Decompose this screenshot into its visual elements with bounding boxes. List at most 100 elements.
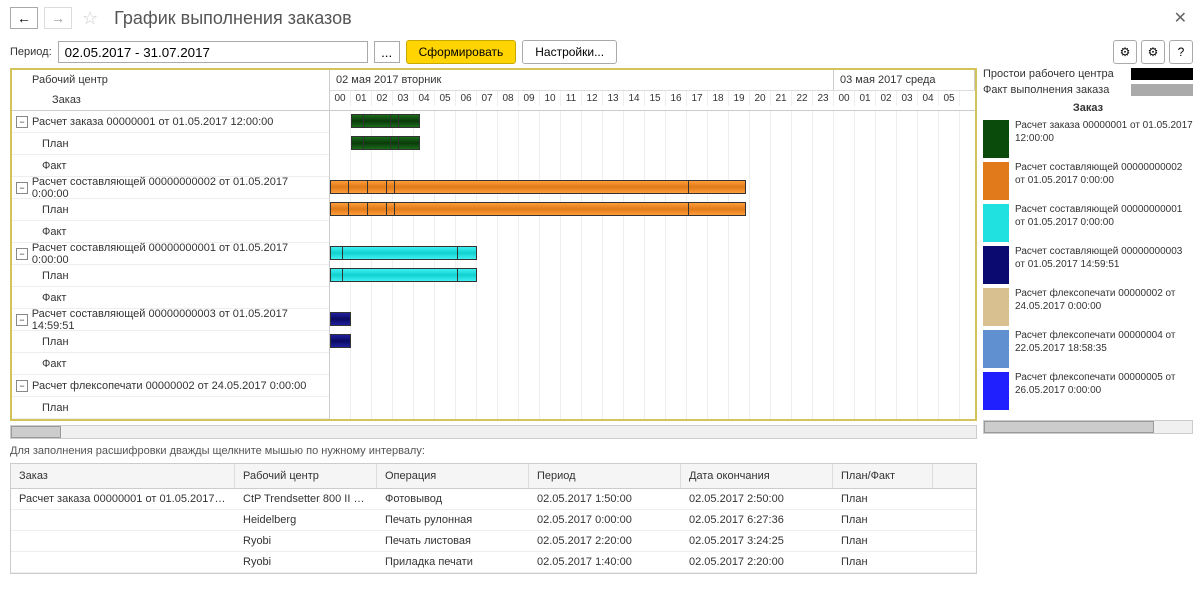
tree-label: План bbox=[42, 402, 69, 414]
detail-row[interactable]: RyobiПечать листовая02.05.2017 2:20:0002… bbox=[11, 531, 976, 552]
hour-cell: 05 bbox=[435, 91, 456, 106]
legend-item: Расчет флексопечати 00000002 от 24.05.20… bbox=[983, 288, 1193, 326]
hour-cell: 22 bbox=[792, 91, 813, 106]
cell: Heidelberg bbox=[235, 510, 377, 530]
tree-row[interactable]: Факт bbox=[12, 155, 329, 177]
legend-swatch bbox=[1131, 84, 1193, 96]
legend-text: Расчет заказа 00000001 от 01.05.2017 12:… bbox=[1015, 120, 1193, 158]
tree-label: План bbox=[42, 336, 69, 348]
legend-text: Расчет составляющей 00000000003 от 01.05… bbox=[1015, 246, 1193, 284]
tree-label: Факт bbox=[42, 358, 66, 370]
hour-cell: 02 bbox=[876, 91, 897, 106]
back-button[interactable]: ← bbox=[10, 7, 38, 29]
cell: 02.05.2017 2:50:00 bbox=[681, 489, 833, 509]
legend-scrollbar[interactable] bbox=[983, 420, 1193, 434]
close-icon[interactable]: ✕ bbox=[1168, 6, 1193, 30]
cell: Печать рулонная bbox=[377, 510, 529, 530]
hour-cell: 12 bbox=[582, 91, 603, 106]
legend-item: Расчет флексопечати 00000004 от 22.05.20… bbox=[983, 330, 1193, 368]
detail-row[interactable]: Расчет заказа 00000001 от 01.05.2017 1..… bbox=[11, 489, 976, 510]
period-input[interactable] bbox=[58, 41, 368, 63]
tree-row[interactable]: −Расчет составляющей 00000000001 от 01.0… bbox=[12, 243, 329, 265]
cell: 02.05.2017 2:20:00 bbox=[529, 531, 681, 551]
gantt-bar[interactable] bbox=[351, 136, 420, 150]
col-header[interactable]: Операция bbox=[377, 464, 529, 488]
settings-button[interactable]: Настройки... bbox=[522, 40, 617, 64]
tree-label: Расчет флексопечати 00000002 от 24.05.20… bbox=[32, 380, 306, 392]
detail-row[interactable]: RyobiПриладка печати02.05.2017 1:40:0002… bbox=[11, 552, 976, 573]
period-picker-button[interactable]: ... bbox=[374, 41, 400, 63]
col-header[interactable]: Рабочий центр bbox=[235, 464, 377, 488]
tree-label: Расчет составляющей 00000000003 от 01.05… bbox=[32, 308, 325, 332]
hour-cell: 15 bbox=[645, 91, 666, 106]
gantt-bar[interactable] bbox=[330, 246, 477, 260]
hour-cell: 21 bbox=[771, 91, 792, 106]
cell: Печать листовая bbox=[377, 531, 529, 551]
forward-button[interactable]: → bbox=[44, 7, 72, 29]
tree-row[interactable]: −Расчет составляющей 00000000002 от 01.0… bbox=[12, 177, 329, 199]
hour-cell: 17 bbox=[687, 91, 708, 106]
more-settings-icon[interactable]: ⚙ bbox=[1141, 40, 1165, 64]
cell bbox=[11, 552, 235, 572]
col-header[interactable]: Заказ bbox=[11, 464, 235, 488]
cell: 02.05.2017 1:40:00 bbox=[529, 552, 681, 572]
tree-label: Факт bbox=[42, 160, 66, 172]
detail-row[interactable]: HeidelbergПечать рулонная02.05.2017 0:00… bbox=[11, 510, 976, 531]
legend-title: Заказ bbox=[983, 102, 1193, 114]
tree-row[interactable]: −Расчет составляющей 00000000003 от 01.0… bbox=[12, 309, 329, 331]
gantt-bar[interactable] bbox=[351, 114, 420, 128]
period-label: Период: bbox=[10, 46, 52, 58]
gantt-bar[interactable] bbox=[330, 202, 746, 216]
variant-settings-icon[interactable]: ⚙ bbox=[1113, 40, 1137, 64]
tree-row[interactable]: −Расчет заказа 00000001 от 01.05.2017 12… bbox=[12, 111, 329, 133]
legend-color bbox=[983, 246, 1009, 284]
legend-line: Факт выполнения заказа bbox=[983, 84, 1193, 96]
hour-cell: 04 bbox=[414, 91, 435, 106]
legend-item: Расчет составляющей 00000000003 от 01.05… bbox=[983, 246, 1193, 284]
cell bbox=[11, 531, 235, 551]
gantt-bar[interactable] bbox=[330, 312, 351, 326]
generate-button[interactable]: Сформировать bbox=[406, 40, 517, 64]
col-header[interactable]: План/Факт bbox=[833, 464, 933, 488]
legend-item: Расчет составляющей 00000000001 от 01.05… bbox=[983, 204, 1193, 242]
hour-cell: 03 bbox=[897, 91, 918, 106]
tree-row[interactable]: −Расчет флексопечати 00000002 от 24.05.2… bbox=[12, 375, 329, 397]
hour-cell: 23 bbox=[813, 91, 834, 106]
tree-label: Расчет составляющей 00000000001 от 01.05… bbox=[32, 242, 325, 266]
tree-label: Расчет составляющей 00000000002 от 01.05… bbox=[32, 176, 325, 200]
tree-row[interactable]: План bbox=[12, 331, 329, 353]
hour-cell: 00 bbox=[330, 91, 351, 106]
tree-row[interactable]: План bbox=[12, 397, 329, 419]
tree-row[interactable]: Факт bbox=[12, 221, 329, 243]
tree-row[interactable]: План bbox=[12, 265, 329, 287]
col-header[interactable]: Дата окончания bbox=[681, 464, 833, 488]
gantt-bar[interactable] bbox=[330, 268, 477, 282]
expand-icon[interactable]: − bbox=[16, 314, 28, 326]
hour-cell: 05 bbox=[939, 91, 960, 106]
gantt-scrollbar[interactable] bbox=[10, 425, 977, 439]
hour-cell: 13 bbox=[603, 91, 624, 106]
favorite-icon[interactable]: ☆ bbox=[82, 8, 98, 29]
expand-icon[interactable]: − bbox=[16, 380, 28, 392]
hour-cell: 20 bbox=[750, 91, 771, 106]
tree-row[interactable]: План bbox=[12, 133, 329, 155]
date-header-1: 02 мая 2017 вторник bbox=[330, 70, 834, 90]
tree-row[interactable]: План bbox=[12, 199, 329, 221]
help-icon[interactable]: ? bbox=[1169, 40, 1193, 64]
expand-icon[interactable]: − bbox=[16, 182, 28, 194]
legend-swatch bbox=[1131, 68, 1193, 80]
hour-cell: 16 bbox=[666, 91, 687, 106]
hour-cell: 07 bbox=[477, 91, 498, 106]
gantt-bar[interactable] bbox=[330, 180, 746, 194]
col-header[interactable]: Период bbox=[529, 464, 681, 488]
cell: 02.05.2017 0:00:00 bbox=[529, 510, 681, 530]
tree-row[interactable]: Факт bbox=[12, 353, 329, 375]
gantt-chart: Рабочий центр Заказ 02 мая 2017 вторник … bbox=[10, 68, 977, 421]
cell: 02.05.2017 3:24:25 bbox=[681, 531, 833, 551]
gantt-bar[interactable] bbox=[330, 334, 351, 348]
cell: План bbox=[833, 510, 933, 530]
expand-icon[interactable]: − bbox=[16, 248, 28, 260]
tree-row[interactable]: Факт bbox=[12, 287, 329, 309]
legend-item: Расчет заказа 00000001 от 01.05.2017 12:… bbox=[983, 120, 1193, 158]
expand-icon[interactable]: − bbox=[16, 116, 28, 128]
